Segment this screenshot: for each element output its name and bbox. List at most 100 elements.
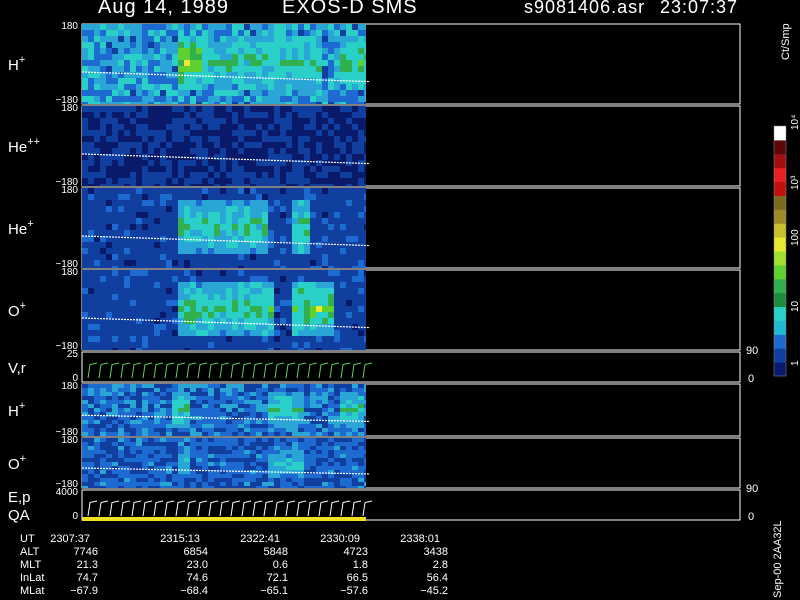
heatmap-cell (136, 450, 142, 454)
heatmap-cell (178, 462, 184, 466)
heatmap-cell (142, 312, 148, 318)
heatmap-cell (268, 438, 274, 442)
heatmap-cell (94, 212, 100, 218)
heatmap-cell (202, 118, 208, 124)
heatmap-cell (352, 336, 358, 342)
heatmap-cell (112, 60, 118, 66)
heatmap-cell (202, 248, 208, 254)
heatmap-cell (106, 218, 112, 224)
heatmap-cell (220, 112, 226, 118)
heatmap-cell (136, 412, 142, 416)
heatmap-cell (262, 136, 268, 142)
heatmap-cell (82, 42, 88, 48)
heatmap-cell (238, 254, 244, 260)
heatmap-cell (328, 124, 334, 130)
heatmap-cell (310, 336, 316, 342)
heatmap-cell (166, 412, 172, 416)
heatmap-cell (154, 300, 160, 306)
heatmap-cell (190, 242, 196, 248)
heatmap-cell (232, 218, 238, 224)
heatmap-cell (274, 166, 280, 172)
heatmap-cell (172, 78, 178, 84)
heatmap-cell (142, 90, 148, 96)
heatmap-cell (136, 254, 142, 260)
heatmap-cell (142, 266, 148, 268)
right-tick-bottom: 0 (748, 511, 754, 523)
heatmap-cell (118, 206, 124, 212)
heatmap-cell (274, 236, 280, 242)
heatmap-cell (310, 458, 316, 462)
heatmap-cell (112, 428, 118, 432)
heatmap-cell (274, 248, 280, 254)
heatmap-cell (88, 392, 94, 396)
heatmap-cell (238, 160, 244, 166)
heatmap-cell (220, 184, 226, 186)
heatmap-cell (148, 276, 154, 282)
heatmap-cell (322, 276, 328, 282)
heatmap-cell (292, 288, 298, 294)
heatmap-cell (130, 24, 136, 30)
heatmap-cell (220, 428, 226, 432)
heatmap-cell (316, 30, 322, 36)
orbit-table: UT 2307:37 2315:13 2322:41 2330:09 2338:01 ALT… (0, 528, 760, 600)
heatmap-cell (184, 130, 190, 136)
heatmap-cell (124, 458, 130, 462)
heatmap-cell (346, 136, 352, 142)
heatmap-cell (256, 230, 262, 236)
heatmap-cell (208, 348, 214, 350)
heatmap-cell (136, 230, 142, 236)
heatmap-cell (316, 450, 322, 454)
heatmap-cell (142, 306, 148, 312)
heatmap-cell (364, 148, 366, 154)
heatmap-cell (202, 194, 208, 200)
heatmap-cell (304, 474, 310, 478)
heatmap-cell (280, 458, 286, 462)
heatmap-cell (100, 408, 106, 412)
heatmap-cell (280, 236, 286, 242)
heatmap-cell (292, 482, 298, 486)
heatmap-cell (124, 276, 130, 282)
heatmap-cell (352, 260, 358, 266)
heatmap-cell (160, 276, 166, 282)
heatmap-cell (316, 462, 322, 466)
heatmap-cell (166, 266, 172, 268)
heatmap-cell (328, 438, 334, 442)
heatmap-cell (256, 96, 262, 102)
heatmap-cell (88, 102, 94, 104)
heatmap-cell (178, 242, 184, 248)
heatmap-cell (262, 194, 268, 200)
heatmap-cell (214, 396, 220, 400)
heatmap-cell (82, 66, 88, 72)
heatmap-cell (358, 462, 364, 466)
heatmap-cell (112, 160, 118, 166)
panel-frame-8 (81, 489, 741, 521)
heatmap-cell (274, 154, 280, 160)
heatmap-cell (346, 428, 352, 432)
heatmap-cell (262, 300, 268, 306)
heatmap-cell (226, 66, 232, 72)
heatmap-cell (196, 438, 202, 442)
heatmap-cell (310, 206, 316, 212)
heatmap-cell (190, 266, 196, 268)
heatmap-cell (226, 324, 232, 330)
heatmap-cell (214, 224, 220, 230)
heatmap-cell (304, 48, 310, 54)
heatmap-cell (124, 142, 130, 148)
heatmap-cell (142, 424, 148, 428)
heatmap-cell (118, 248, 124, 254)
heatmap-cell (232, 474, 238, 478)
heatmap-cell (256, 36, 262, 42)
heatmap-cell (250, 400, 256, 404)
heatmap-cell (286, 118, 292, 124)
heatmap-cell (286, 112, 292, 118)
orbit-value: 23.0 (186, 559, 208, 571)
heatmap-cell (226, 42, 232, 48)
heatmap-cell (160, 450, 166, 454)
heatmap-cell (124, 42, 130, 48)
heatmap-cell (94, 462, 100, 466)
heatmap-cell (328, 130, 334, 136)
heatmap-cell (250, 130, 256, 136)
heatmap-cell (226, 60, 232, 66)
heatmap-cell (154, 148, 160, 154)
heatmap-cell (316, 454, 322, 458)
